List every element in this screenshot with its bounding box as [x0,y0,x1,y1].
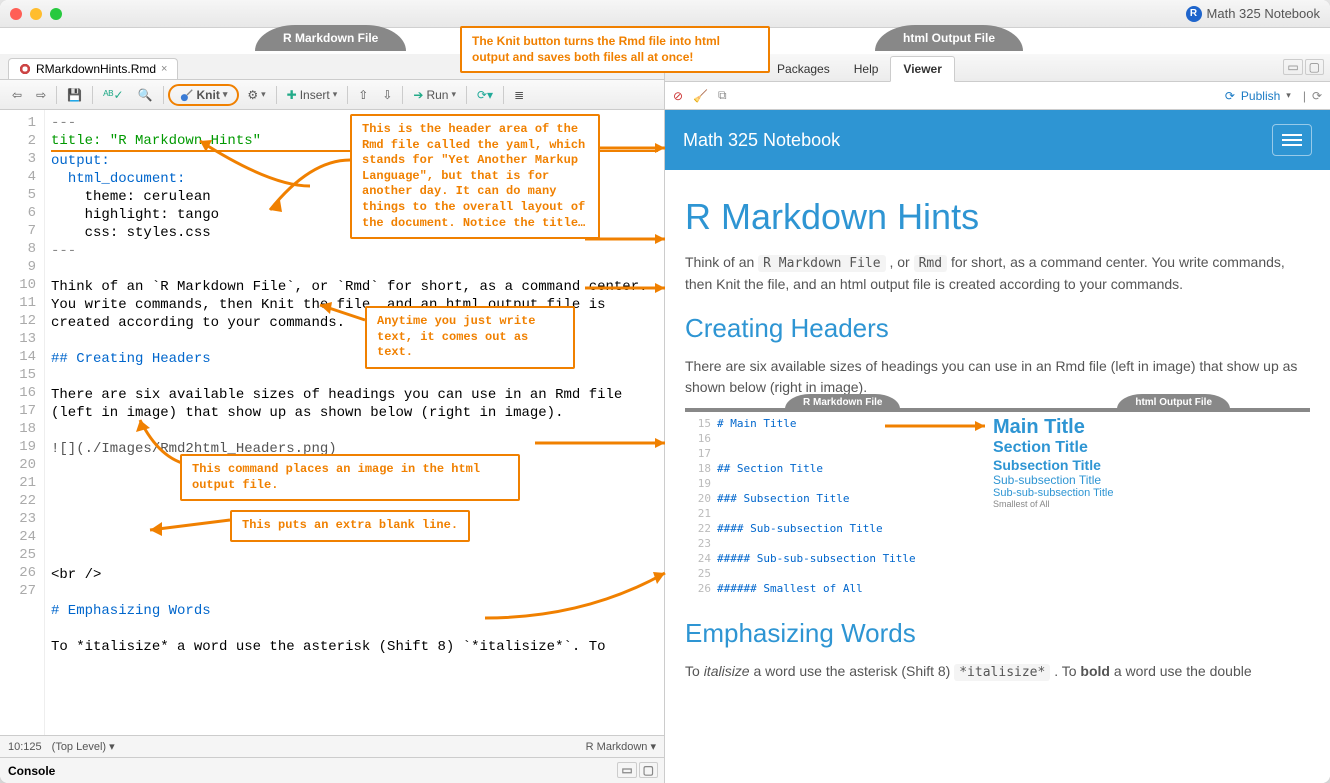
file-tab-label: RMarkdownHints.Rmd [36,62,156,76]
paragraph: Think of an R Markdown File , or Rmd for… [685,252,1310,295]
inline-code: R Markdown File [758,255,885,272]
embedded-label-left: R Markdown File [785,394,900,409]
go-down-button[interactable]: ⇩ [376,86,398,104]
heading-2: Emphasizing Words [685,618,1310,649]
app-window: R Math 325 Notebook R Markdown File The … [0,0,1330,783]
back-button[interactable]: ⇦ [6,86,28,104]
doc-header: Math 325 Notebook [665,110,1330,170]
maximize-pane-icon[interactable]: ▢ [1305,59,1324,75]
pane-label-left: R Markdown File [255,25,406,51]
titlebar: R Math 325 Notebook [0,0,1330,28]
outline-button[interactable]: ≣ [508,86,530,104]
insert-label: Insert [300,88,330,102]
close-icon[interactable]: × [161,63,167,75]
remove-viewer-button[interactable]: ⊘ [673,89,683,103]
annotation-image: This command places an image in the html… [180,454,520,501]
html-viewer[interactable]: Math 325 Notebook R Markdown Hints Think… [665,110,1330,783]
embedded-label-right: html Output File [1117,394,1230,409]
tab-packages[interactable]: Packages [765,57,842,81]
knit-label: Knit [197,88,220,102]
forward-button[interactable]: ⇨ [30,86,52,104]
heading-1: R Markdown Hints [685,196,1310,238]
minimize-window-icon[interactable] [30,8,42,20]
knit-icon [180,88,194,102]
project-label[interactable]: R Math 325 Notebook [1186,6,1320,22]
console-tab[interactable]: Console ▭ ▢ [0,757,664,783]
embedded-image: R Markdown File html Output File 15# Mai… [685,408,1310,600]
popout-icon[interactable]: ⧉ [718,88,727,103]
settings-button[interactable]: ⚙ ▾ [241,86,271,104]
minimize-pane-icon[interactable]: ▭ [617,762,636,778]
line-gutter: 1234567891011121314151617181920212223242… [0,110,45,735]
pane-label-right: html Output File [875,25,1023,51]
annotation-yaml: This is the header area of the Rmd file … [350,114,600,239]
rmd-file-icon [19,63,31,75]
doc-title: Math 325 Notebook [683,130,840,151]
insert-button[interactable]: ✚ Insert ▾ [281,86,344,104]
broom-icon[interactable]: 🧹 [693,89,708,103]
tab-help[interactable]: Help [842,57,891,81]
source-pane: R Markdown File The Knit button turns th… [0,28,665,783]
save-button[interactable]: 💾 [61,86,88,104]
chevron-down-icon: ▾ [223,89,228,100]
run-label: Run [426,88,448,102]
inline-code: Rmd [914,255,947,272]
window-title: Math 325 Notebook [1207,6,1320,21]
cursor-position: 10:125 [8,741,42,753]
maximize-window-icon[interactable] [50,8,62,20]
close-window-icon[interactable] [10,8,22,20]
publish-button[interactable]: Publish [1241,89,1280,103]
file-tab[interactable]: RMarkdownHints.Rmd × [8,58,178,79]
chunk-options-button[interactable]: ⟳▾ [471,86,499,104]
annotation-knit: The Knit button turns the Rmd file into … [460,26,770,73]
publish-icon: ⟳ [1225,89,1235,103]
console-label: Console [8,764,55,778]
go-up-button[interactable]: ⇧ [352,86,374,104]
annotation-br: This puts an extra blank line. [230,510,470,542]
maximize-pane-icon[interactable]: ▢ [639,762,658,778]
paragraph: There are six available sizes of heading… [685,356,1310,398]
hamburger-icon[interactable] [1272,124,1312,156]
traffic-lights [10,8,62,20]
paragraph: To italisize a word use the asterisk (Sh… [685,661,1310,683]
chevron-down-icon: ▾ [1286,90,1291,101]
run-button[interactable]: ➔ Run ▾ [407,86,462,104]
scope-selector[interactable]: (Top Level) ▾ [52,740,115,753]
minimize-pane-icon[interactable]: ▭ [1283,59,1302,75]
find-button[interactable]: 🔍 [132,86,159,104]
annotation-text: Anytime you just write text, it comes ou… [365,306,575,369]
status-bar: 10:125 (Top Level) ▾ R Markdown ▾ [0,735,664,757]
viewer-pane: html Output File FilesPlotsPackagesHelpV… [665,28,1330,783]
knit-button[interactable]: Knit ▾ [168,84,240,106]
refresh-icon[interactable]: ⟳ [1312,89,1322,103]
r-project-icon: R [1186,6,1202,22]
code-editor[interactable]: 1234567891011121314151617181920212223242… [0,110,664,735]
heading-2: Creating Headers [685,313,1310,344]
viewer-toolbar: ⊘ 🧹 ⧉ ⟳ Publish ▾ | ⟳ [665,82,1330,110]
tab-viewer[interactable]: Viewer [890,56,954,82]
spellcheck-button[interactable]: ᴬᴮ✓ [97,86,129,104]
language-mode[interactable]: R Markdown ▾ [586,740,656,753]
editor-toolbar: ⇦ ⇨ 💾 ᴬᴮ✓ 🔍 Knit ▾ ⚙ ▾ ✚ Insert ▾ ⇧ ⇩ [0,80,664,110]
inline-code: *italisize* [954,664,1050,681]
